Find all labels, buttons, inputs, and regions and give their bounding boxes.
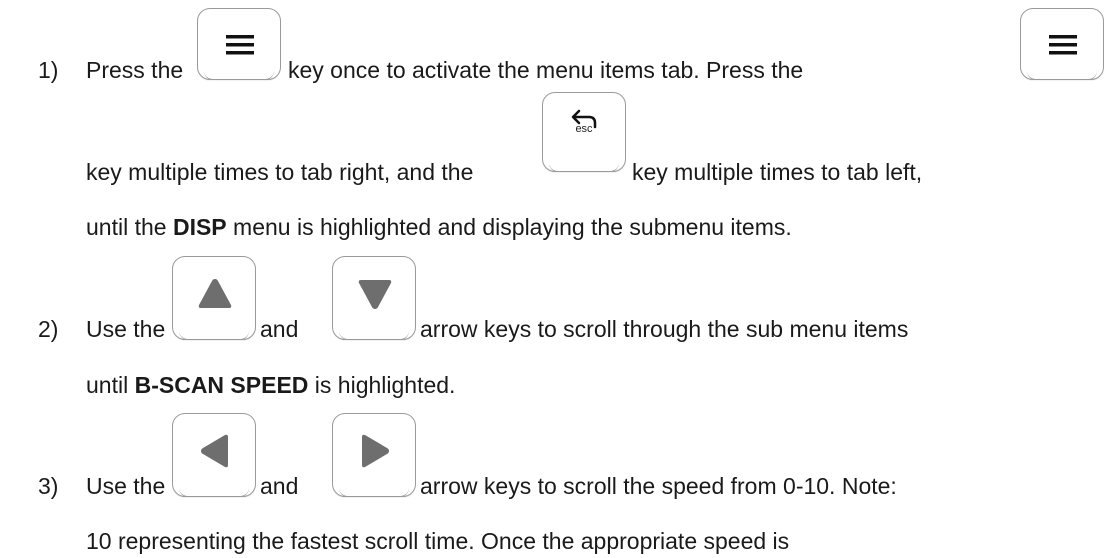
step-text: Use the [86,316,166,342]
esc-key: esc [542,92,626,172]
triangle-down-icon [358,280,392,309]
step-text: and [260,316,299,342]
triangle-left-icon [201,434,228,468]
menu-icon [1049,35,1077,55]
step-text: arrow keys to scroll the speed from 0-10… [420,473,897,499]
right-arrow-key [332,413,416,497]
menu-key [197,8,281,80]
step-text: until B-SCAN SPEED is highlighted. [86,372,456,398]
step-number: 3) [38,473,59,499]
triangle-right-icon [362,434,389,468]
menu-name-disp: DISP [172,214,227,240]
up-arrow-key [172,256,256,340]
left-arrow-key [172,413,256,497]
step-text: 10 representing the fastest scroll time.… [86,528,790,554]
step-text: Press the [86,57,184,83]
esc-label: esc [575,123,593,135]
menu-icon [226,35,254,55]
step-text: arrow keys to scroll through the sub men… [420,316,909,342]
triangle-up-icon [198,279,232,308]
step-text: key multiple times to tab right, and the [86,159,474,185]
step-text: key multiple times to tab left, [632,159,923,185]
step-text: and [260,473,299,499]
menu-name-bscan-speed: B-SCAN SPEED [134,372,309,398]
step-number: 1) [38,57,59,83]
step-text: until the DISP menu is highlighted and d… [86,214,792,240]
step-number: 2) [38,316,59,342]
menu-key [1020,8,1104,80]
step-text: Use the [86,473,166,499]
down-arrow-key [332,256,416,340]
step-text: key once to activate the menu items tab.… [288,57,804,83]
